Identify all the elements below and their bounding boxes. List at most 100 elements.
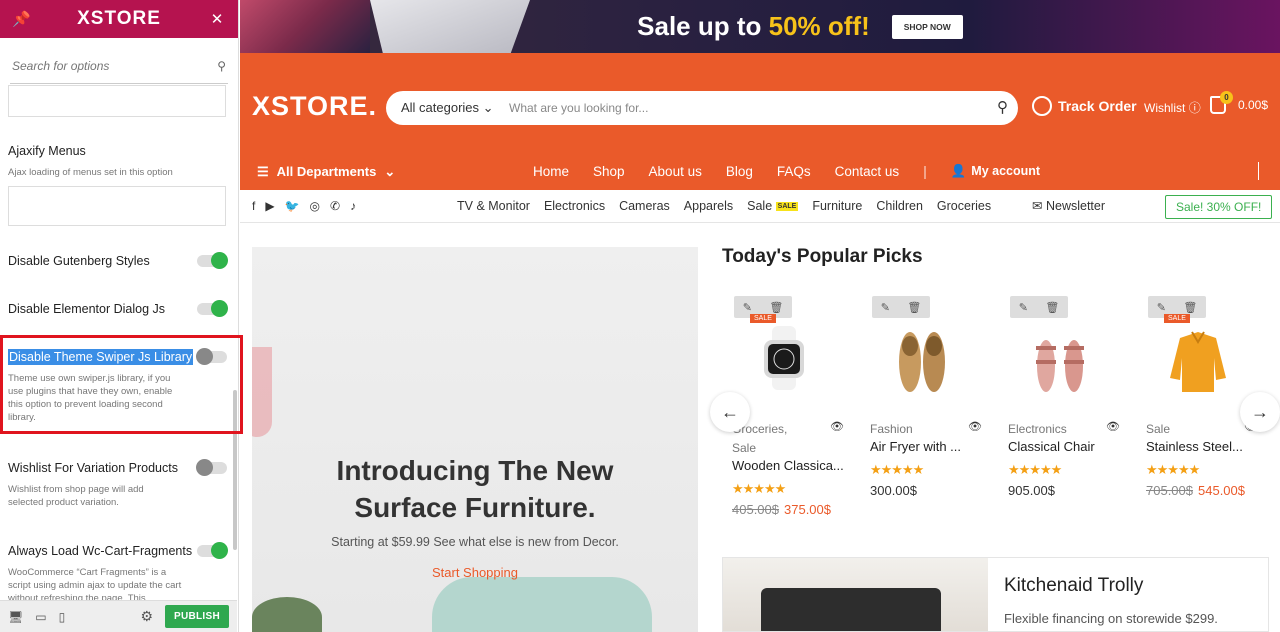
mail-icon: ✉ [1032, 199, 1043, 213]
option-title: Wishlist For Variation Products [8, 461, 178, 475]
eye-icon[interactable]: 👁 [1106, 420, 1120, 433]
cart-fragments-toggle[interactable] [197, 542, 228, 559]
text-field[interactable] [8, 186, 226, 226]
hero-title-line: Introducing The New [336, 455, 614, 486]
trash-icon[interactable]: 🗑 [1183, 301, 1197, 314]
hero-banner[interactable]: Introducing The New Surface Furniture. St… [252, 247, 698, 632]
banner-headline: Sale up to 50% off! [637, 11, 870, 42]
chevron-down-icon: ⌄ [482, 100, 494, 115]
text-field[interactable] [8, 85, 226, 117]
trash-icon[interactable]: 🗑 [769, 301, 783, 314]
desktop-icon[interactable]: 🖥 [8, 610, 23, 624]
carousel-prev-arrow[interactable]: ← [710, 392, 750, 432]
category-electronics[interactable]: Electronics [544, 199, 605, 213]
product-price: 705.00$ 545.00$ [1146, 483, 1245, 498]
cart-count: 0 [1220, 91, 1233, 104]
product-category-line: Fashion [870, 422, 913, 436]
nav-item-contact[interactable]: Contact us [835, 164, 900, 179]
wishlist-variation-toggle[interactable] [196, 459, 227, 476]
site-logo[interactable]: XSTORE. [252, 91, 377, 122]
product-carousel: ✎ 🗑 SALE Groceries, Sale 👁 Wooden Classica… [722, 296, 1280, 536]
top-banner[interactable]: Sale up to 50% off! SHOP NOW [240, 0, 1280, 53]
mobile-icon[interactable]: ▯ [59, 610, 66, 624]
product-price: 300.00$ [870, 483, 917, 498]
search-icon[interactable]: ⚲ [997, 91, 1008, 125]
gear-icon[interactable]: ⚙ [140, 608, 153, 625]
promo-card[interactable]: Kitchenaid Trolly Flexible financing on … [722, 557, 1269, 632]
publish-button[interactable]: PUBLISH [165, 605, 229, 628]
category-children[interactable]: Children [876, 199, 923, 213]
sale-promo-button[interactable]: Sale! 30% OFF! [1165, 195, 1273, 219]
product-image [1170, 331, 1226, 392]
product-category: Electronics [1008, 420, 1108, 439]
category-groceries[interactable]: Groceries [937, 199, 991, 213]
nav-item-shop[interactable]: Shop [593, 164, 625, 179]
tablet-icon[interactable]: ▭ [35, 610, 46, 624]
start-shopping-link[interactable]: Start Shopping [252, 565, 698, 580]
wishlist-link[interactable]: Wishlist ⓘ [1144, 99, 1201, 116]
sale-badge: SALE [775, 202, 799, 212]
product-name[interactable]: Air Fryer with ... [870, 439, 982, 454]
product-tools: ✎ 🗑 [872, 296, 930, 318]
category-furniture[interactable]: Furniture [812, 199, 862, 213]
facebook-icon[interactable]: f [252, 199, 255, 213]
tiktok-icon[interactable]: ♪ [350, 199, 356, 213]
section-title: Today's Popular Picks [722, 246, 923, 267]
product-name[interactable]: Wooden Classica... [732, 458, 844, 473]
nav-item-home[interactable]: Home [533, 164, 569, 179]
laptop-image [370, 0, 530, 53]
product-card[interactable]: ✎ 🗑 Fashion 👁 Air Fryer with ... ★★★★★ 30… [860, 296, 985, 536]
all-departments[interactable]: ☰ All Departments ⌄ [257, 164, 395, 180]
eye-icon[interactable]: 👁 [968, 420, 982, 433]
hero-title-line: Surface Furniture. [354, 492, 596, 523]
cart-link[interactable]: 0 0.00$ [1210, 91, 1268, 114]
category-cameras[interactable]: Cameras [619, 199, 670, 213]
search-icon[interactable]: ⚲ [217, 59, 226, 73]
edit-icon[interactable]: ✎ [743, 301, 752, 314]
category-links: TV & Monitor Electronics Cameras Apparel… [457, 199, 991, 213]
option-description: Ajax loading of menus set in this option [8, 167, 173, 178]
edit-icon[interactable]: ✎ [1019, 301, 1028, 314]
instagram-icon[interactable]: ◎ [310, 199, 320, 213]
gutenberg-toggle[interactable] [197, 252, 228, 269]
product-card[interactable]: ✎ 🗑 Electronics 👁 Classical Chair ★★★★★ 9… [998, 296, 1123, 536]
product-name[interactable]: Classical Chair [1008, 439, 1120, 454]
trash-icon[interactable]: 🗑 [1045, 301, 1059, 314]
category-apparels[interactable]: Apparels [684, 199, 733, 213]
product-price: 905.00$ [1008, 483, 1055, 498]
product-name[interactable]: Stainless Steel... [1146, 439, 1258, 454]
promo-title: Kitchenaid Trolly [1004, 575, 1144, 596]
close-icon[interactable]: ✕ [208, 10, 226, 28]
category-tv-monitor[interactable]: TV & Monitor [457, 199, 530, 213]
product-image [899, 332, 945, 392]
old-price: 705.00$ [1146, 483, 1193, 498]
eye-icon[interactable]: 👁 [830, 420, 844, 433]
newsletter-link[interactable]: ✉ Newsletter [1032, 198, 1105, 213]
track-order-link[interactable]: Track Order [1032, 96, 1137, 116]
nav-item-faqs[interactable]: FAQs [777, 164, 811, 179]
toggle-knob [211, 300, 228, 317]
options-search-input[interactable] [12, 58, 192, 73]
banner-decoration [240, 0, 370, 53]
option-title: Disable Elementor Dialog Js [8, 302, 166, 316]
my-account-label: My account [971, 164, 1041, 178]
search-input[interactable]: What are you looking for... [509, 91, 648, 125]
pin-icon[interactable]: 📌 [12, 10, 31, 28]
elementor-dialog-toggle[interactable] [197, 300, 228, 317]
category-sale[interactable]: Sale SALE [747, 199, 799, 213]
whatsapp-icon[interactable]: ✆ [330, 199, 340, 213]
carousel-next-arrow[interactable]: → [1240, 392, 1280, 432]
sale-price: 375.00$ [784, 502, 831, 517]
edit-icon[interactable]: ✎ [1157, 301, 1166, 314]
banner-text: Sale up to [637, 11, 769, 41]
youtube-icon[interactable]: ▶ [265, 199, 274, 213]
my-account-link[interactable]: 👤 My account [951, 164, 1040, 179]
nav-item-blog[interactable]: Blog [726, 164, 753, 179]
shop-now-button[interactable]: SHOP NOW [891, 14, 963, 39]
twitter-icon[interactable]: 🐦 [285, 199, 300, 213]
edit-icon[interactable]: ✎ [881, 301, 890, 314]
category-bar: f ▶ 🐦 ◎ ✆ ♪ TV & Monitor Electronics Cam… [240, 190, 1280, 223]
trash-icon[interactable]: 🗑 [907, 301, 921, 314]
nav-item-about[interactable]: About us [649, 164, 702, 179]
category-select[interactable]: All categories ⌄ [401, 91, 494, 125]
